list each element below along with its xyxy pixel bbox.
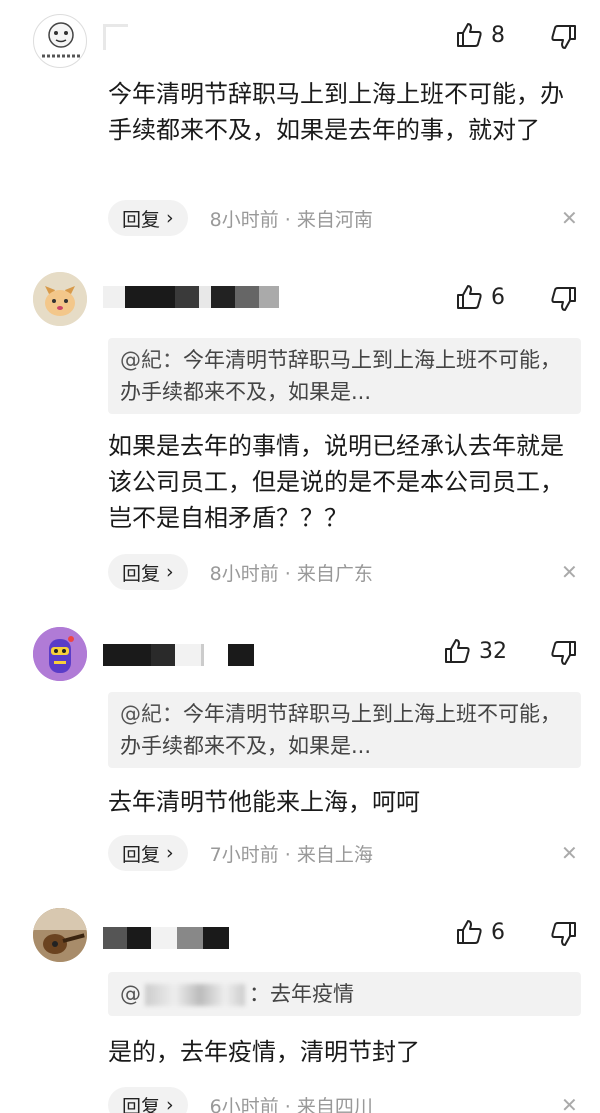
reply-button[interactable]: 回复 ›: [108, 835, 188, 871]
reply-label: 回复: [122, 208, 161, 231]
quoted-reply[interactable]: @紀：今年清明节辞职马上到上海上班不可能，办手续都来不及，如果是...: [108, 692, 581, 768]
reply-button[interactable]: 回复 ›: [108, 200, 188, 236]
close-icon[interactable]: ✕: [561, 1093, 578, 1113]
avatar[interactable]: [33, 627, 87, 681]
thumbs-down-icon: [551, 287, 576, 311]
username-redacted[interactable]: [103, 642, 254, 668]
timestamp-location: 8小时前 · 来自河南: [209, 208, 373, 231]
chevron-right-icon: ›: [166, 207, 174, 229]
avatar-cartoon-image: [40, 22, 82, 61]
comment-meta: 回复 › 6小时前 · 来自四川: [108, 1087, 373, 1113]
thumbs-up-icon: [457, 920, 482, 944]
close-icon[interactable]: ✕: [561, 841, 578, 865]
comment-meta: 回复 › 7小时前 · 来自上海: [108, 835, 373, 871]
thumbs-up-icon: [457, 285, 482, 309]
avatar[interactable]: [33, 272, 87, 326]
quote-text: 今年清明节辞职马上到上海上班不可能，办手续都来不及，如果是...: [120, 348, 561, 404]
thumbs-up-icon: [445, 639, 470, 663]
comment-meta: 回复 › 8小时前 · 来自河南: [108, 200, 373, 236]
dislike-button[interactable]: [550, 920, 578, 952]
comment-meta: 回复 › 8小时前 · 来自广东: [108, 554, 373, 590]
reply-label: 回复: [122, 562, 161, 585]
timestamp-location: 6小时前 · 来自四川: [209, 1095, 373, 1113]
avatar-monster-image: [33, 627, 87, 681]
reply-button[interactable]: 回复 ›: [108, 1087, 188, 1113]
like-count: 6: [491, 284, 505, 310]
like-button[interactable]: 6: [455, 918, 505, 946]
thumbs-up-icon: [457, 23, 482, 47]
redacted-username-blur: [145, 984, 245, 1006]
quote-mention: @紀：: [120, 702, 183, 726]
like-count: 32: [479, 638, 507, 664]
username-redacted[interactable]: [103, 24, 128, 50]
close-icon[interactable]: ✕: [561, 560, 578, 584]
quoted-reply[interactable]: @紀：今年清明节辞职马上到上海上班不可能，办手续都来不及，如果是...: [108, 338, 581, 414]
quote-mention: @: [120, 982, 141, 1006]
timestamp-location: 7小时前 · 来自上海: [209, 843, 373, 866]
comment-text: 今年清明节辞职马上到上海上班不可能，办手续都来不及，如果是去年的事，就对了: [108, 80, 564, 144]
like-count: 6: [491, 919, 505, 945]
avatar[interactable]: [33, 908, 87, 962]
quoted-reply[interactable]: @ ：去年疫情: [108, 972, 581, 1016]
chevron-right-icon: ›: [166, 842, 174, 864]
quote-text: ：去年疫情: [249, 982, 354, 1006]
like-button[interactable]: 8: [455, 21, 505, 49]
avatar[interactable]: [33, 14, 87, 68]
dislike-button[interactable]: [550, 285, 578, 317]
username-redacted[interactable]: [103, 925, 229, 951]
like-button[interactable]: 32: [443, 637, 507, 665]
like-button[interactable]: 6: [455, 283, 505, 311]
dislike-button[interactable]: [550, 639, 578, 671]
like-count: 8: [491, 22, 505, 48]
reply-button[interactable]: 回复 ›: [108, 554, 188, 590]
chevron-right-icon: ›: [166, 561, 174, 583]
avatar-cat-image: [33, 272, 87, 326]
reply-label: 回复: [122, 843, 161, 866]
comment-text: 去年清明节他能来上海，呵呵: [108, 788, 420, 816]
thumbs-down-icon: [551, 922, 576, 946]
close-icon[interactable]: ✕: [561, 206, 578, 230]
avatar-guitar-image: [33, 908, 87, 962]
timestamp-location: 8小时前 · 来自广东: [209, 562, 373, 585]
username-redacted[interactable]: [103, 284, 279, 310]
thumbs-down-icon: [551, 25, 576, 49]
dislike-button[interactable]: [550, 23, 578, 55]
thumbs-down-icon: [551, 641, 576, 665]
quote-text: 今年清明节辞职马上到上海上班不可能，办手续都来不及，如果是...: [120, 702, 561, 758]
chevron-right-icon: ›: [166, 1094, 174, 1113]
comment-text: 是的，去年疫情，清明节封了: [108, 1038, 420, 1066]
quote-mention: @紀：: [120, 348, 183, 372]
comment-text: 如果是去年的事情，说明已经承认去年就是该公司员工，但是说的是不是本公司员工，岂不…: [108, 432, 564, 532]
reply-label: 回复: [122, 1095, 161, 1113]
